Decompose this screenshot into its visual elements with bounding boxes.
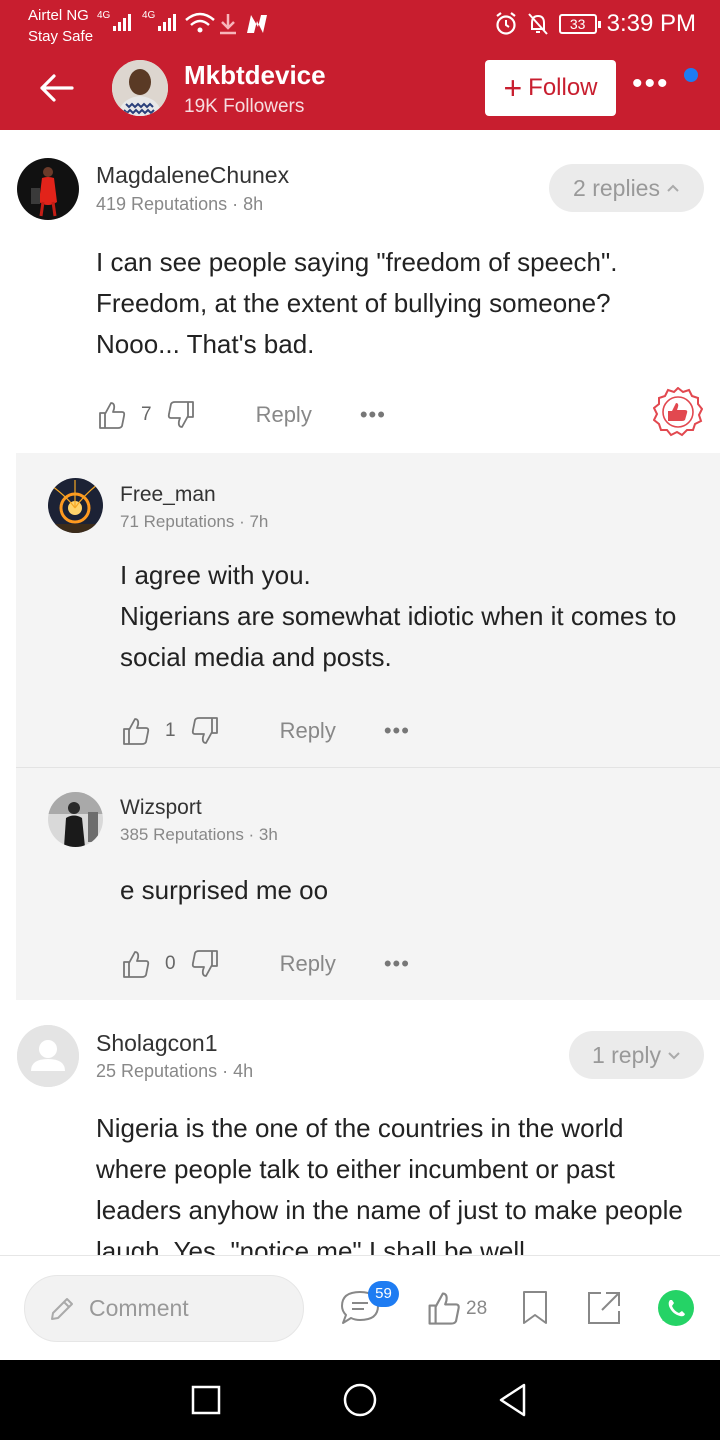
signal-icon — [113, 14, 131, 31]
thumbs-up-icon[interactable] — [121, 716, 151, 746]
more-dots-icon[interactable]: ••• — [360, 402, 386, 428]
network-type-1: 4G — [97, 10, 111, 21]
status-right: 33 3:39 PM — [495, 10, 696, 38]
more-dots-icon[interactable]: ••• — [384, 951, 410, 977]
back-nav-icon[interactable] — [496, 1382, 530, 1418]
reply-item: Free_man 71 Reputations · 7h I agree wit… — [0, 453, 720, 767]
mute-icon — [527, 13, 548, 35]
comment-meta: 71 Reputations · 7h — [120, 512, 269, 531]
replies-toggle[interactable]: 2 replies — [549, 164, 704, 212]
bookmark-icon[interactable] — [521, 1290, 549, 1326]
author-name[interactable]: Mkbtdevice — [184, 60, 326, 91]
like-count: 7 — [141, 404, 152, 425]
comment-username[interactable]: Wizsport — [120, 796, 202, 820]
like-icon[interactable] — [426, 1290, 462, 1326]
reply-item: Wizsport 385 Reputations · 3h e surprise… — [0, 768, 720, 1000]
user-avatar[interactable] — [48, 478, 103, 533]
back-arrow-icon[interactable] — [36, 68, 76, 108]
download-icon — [220, 14, 236, 35]
like-count: 0 — [165, 953, 176, 974]
reply-button[interactable]: Reply — [256, 402, 312, 428]
author-avatar[interactable] — [112, 60, 168, 116]
carrier-info: Airtel NG Stay Safe — [28, 5, 93, 47]
pencil-icon — [51, 1297, 73, 1320]
comment-username[interactable]: MagdaleneChunex — [96, 162, 289, 189]
comment-meta: 385 Reputations · 3h — [120, 825, 278, 844]
comment-input[interactable]: Comment — [24, 1275, 304, 1342]
replies-toggle[interactable]: 1 reply — [569, 1031, 704, 1079]
top-comment-badge-icon — [653, 387, 703, 437]
comment-meta: 419 Reputations · 8h — [96, 194, 264, 214]
alarm-icon — [495, 12, 516, 35]
replies-toggle-label: 1 reply — [591, 1041, 662, 1068]
comment-actions: 0 Reply ••• — [121, 949, 410, 979]
app-header: Airtel NG Stay Safe 4G 4G 33 3:39 PM Mkb… — [0, 0, 720, 130]
reply-button[interactable]: Reply — [280, 718, 336, 744]
comment-text: e surprised me oo — [120, 875, 329, 905]
thumbs-down-icon[interactable] — [190, 716, 220, 746]
comment-text-line: Nigerians are somewhat idiotic when it c… — [120, 601, 677, 672]
comment-item: MagdaleneChunex 419 Reputations · 8h 2 r… — [0, 130, 720, 453]
share-icon[interactable] — [586, 1290, 622, 1326]
comment-item: Sholagcon1 25 Reputations · 4h 1 reply N… — [0, 1000, 720, 1255]
comment-meta: 25 Reputations · 4h — [96, 1061, 254, 1081]
replies-toggle-label: 2 replies — [573, 174, 660, 201]
comment-text: Nigeria is the one of the countries in t… — [96, 1113, 683, 1255]
clock: 3:39 PM — [606, 10, 696, 37]
reply-button[interactable]: Reply — [280, 951, 336, 977]
carrier-sub: Stay Safe — [28, 28, 94, 45]
chevron-down-icon — [668, 1052, 680, 1060]
more-options-icon[interactable]: ••• — [632, 69, 670, 99]
comment-placeholder: Comment — [89, 1295, 189, 1321]
comment-actions: 7 Reply ••• — [97, 400, 386, 430]
comment-text-line: I agree with you. — [120, 560, 311, 590]
comment-text: I agree with you. Nigerians are somewhat… — [120, 555, 710, 678]
recent-apps-icon[interactable] — [190, 1384, 222, 1416]
post-like-count: 28 — [466, 1298, 488, 1319]
wifi-icon — [185, 12, 215, 33]
like-count: 1 — [165, 720, 176, 741]
follow-label: Follow — [528, 74, 598, 101]
comment-count-badge: 59 — [368, 1281, 399, 1307]
system-nav-bar — [0, 1360, 720, 1440]
status-bar: Airtel NG Stay Safe 4G 4G 33 3:39 PM — [0, 0, 720, 48]
user-avatar[interactable] — [48, 792, 103, 847]
carrier-name: Airtel NG — [28, 7, 89, 24]
comment-username[interactable]: Free_man — [120, 483, 216, 507]
thumbs-up-icon[interactable] — [97, 400, 127, 430]
thumbs-down-icon[interactable] — [166, 400, 196, 430]
plus-icon: + — [503, 70, 523, 106]
chevron-up-icon — [667, 184, 679, 192]
comment-text: I can see people saying "freedom of spee… — [96, 247, 618, 359]
whatsapp-icon[interactable] — [656, 1288, 696, 1328]
signal-icon — [158, 14, 176, 31]
comment-actions: 1 Reply ••• — [121, 716, 410, 746]
thumbs-up-icon[interactable] — [121, 949, 151, 979]
more-dots-icon[interactable]: ••• — [384, 718, 410, 744]
battery-icon: 33 — [558, 14, 601, 34]
news-app-icon — [247, 15, 267, 33]
follow-button[interactable]: + Follow — [485, 60, 616, 116]
comment-username[interactable]: Sholagcon1 — [96, 1030, 218, 1057]
network-type-2: 4G — [142, 10, 156, 21]
author-followers: 19K Followers — [184, 96, 305, 117]
thumbs-down-icon[interactable] — [190, 949, 220, 979]
home-icon[interactable] — [342, 1382, 378, 1418]
user-avatar[interactable] — [17, 158, 79, 220]
user-avatar[interactable] — [17, 1025, 79, 1087]
notification-dot — [684, 68, 698, 82]
